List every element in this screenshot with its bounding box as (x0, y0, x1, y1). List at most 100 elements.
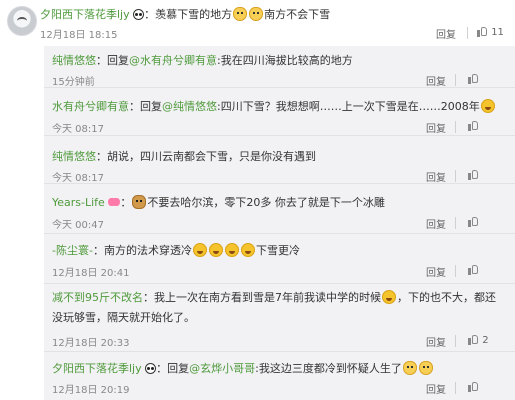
reply-item: 纯情悠悠：胡说，四川云南都会下雪，只是你没有遇到 今天 08:17 回复 (44, 136, 515, 184)
reply-button[interactable]: 回复 (426, 73, 446, 88)
divider (455, 74, 456, 86)
like-button[interactable] (468, 73, 479, 85)
reply-button[interactable]: 回复 (426, 334, 446, 349)
reply-body: ：我上一次在南方看到雪是7年前我读中学的时候 (143, 291, 381, 304)
comment-text: ：羡慕下雪的地方 (144, 8, 233, 21)
mention-link[interactable]: @玄烨小哥哥 (189, 362, 255, 375)
username-link[interactable]: 夕阳西下落花季ljy (40, 8, 130, 21)
divider (467, 27, 468, 39)
thumbs-up-icon (468, 120, 479, 131)
like-button[interactable]: 2 (468, 334, 489, 346)
like-count: 11 (491, 27, 504, 38)
reply-body: 不要去哈尔滨，零下20多 你去了就是下一个冰雕 (147, 196, 385, 209)
reply-item: Years-Life ：不要去哈尔滨，零下20多 你去了就是下一个冰雕 今天 0… (44, 184, 515, 234)
timestamp: 12月18日 20:19 (52, 385, 130, 396)
thumbs-up-icon (468, 169, 479, 180)
divider (455, 217, 456, 229)
reply-body: 下雪更冷 (255, 244, 300, 257)
reply-body: :四川下雪？我想想啊……上一次下雪是在……2008年 (217, 100, 480, 113)
like-button[interactable] (468, 264, 479, 276)
reply-button[interactable]: 回复 (436, 26, 456, 41)
laugh-cry-emoji-icon (224, 243, 239, 257)
like-button[interactable] (468, 169, 479, 181)
cat-emoji-icon (233, 7, 248, 21)
laugh-cry-emoji-icon (192, 243, 207, 257)
mention-link[interactable]: @水有舟兮卿有意 (129, 54, 217, 67)
reply-body: 没玩够雪，隔天就开始化了。 (52, 311, 195, 324)
laugh-cry-emoji-icon (240, 243, 255, 257)
reply-body: :我这边三度都冷到怀疑人生了 (255, 362, 402, 375)
panda-icon (133, 9, 145, 20)
timestamp: 今天 00:47 (52, 220, 104, 231)
divider (455, 382, 456, 394)
reply-item: 纯情悠悠：回复@水有舟兮卿有意:我在四川海拔比较高的地方 15分钟前 回复 (44, 46, 515, 88)
reply-item: 夕阳西下落花季ljy ：回复@玄烨小哥哥:我这边三度都冷到怀疑人生了 12月18… (44, 352, 515, 400)
like-button[interactable] (468, 381, 479, 393)
reply-button[interactable]: 回复 (426, 381, 446, 396)
reply-prefix: ：回复 (96, 54, 129, 67)
reply-text: 减不到95斤不改名：我上一次在南方看到雪是7年前我读中学的时候 ，下的也不大，都还… (52, 288, 512, 328)
avatar-icon[interactable] (7, 6, 37, 36)
username-link[interactable]: 减不到95斤不改名 (52, 291, 143, 304)
reply-item: 水有舟兮卿有意：回复@纯情悠悠:四川下雪？我想想啊……上一次下雪是在……2008… (44, 88, 515, 136)
main-comment: 夕阳西下落花季ljy ：羡慕下雪的地方 南方不会下雪 12月18日 18:15 回… (0, 0, 515, 46)
reply-prefix: ：回复 (129, 100, 162, 113)
like-count: 2 (482, 335, 489, 346)
timestamp: 今天 08:17 (52, 124, 104, 135)
reply-prefix: ：回复 (156, 362, 190, 375)
timestamp: 12月18日 20:33 (52, 338, 130, 349)
username-link[interactable]: 水有舟兮卿有意 (52, 100, 129, 113)
thumbs-up-icon (477, 26, 488, 37)
panda-icon (145, 363, 157, 374)
like-button[interactable] (468, 216, 479, 228)
reply-text: 夕阳西下落花季ljy ：回复@玄烨小哥哥:我这边三度都冷到怀疑人生了 (52, 360, 434, 376)
laugh-cry-emoji-icon (382, 290, 396, 304)
reply-text: -陈尘寰-：南方的法术穿透冷 下雪更冷 (52, 242, 300, 258)
mention-link[interactable]: @纯情悠悠 (162, 100, 217, 113)
bow-icon (108, 197, 120, 207)
divider (455, 265, 456, 277)
cat-emoji-icon (249, 7, 264, 21)
username-link[interactable]: -陈尘寰- (52, 244, 93, 257)
username-link[interactable]: 夕阳西下落花季ljy (52, 362, 142, 375)
username-link[interactable]: 纯情悠悠 (52, 54, 96, 67)
like-button[interactable]: 11 (477, 26, 504, 38)
reply-body: ，下的也不大，都还 (397, 291, 496, 304)
reply-text: 水有舟兮卿有意：回复@纯情悠悠:四川下雪？我想想啊……上一次下雪是在……2008… (52, 98, 496, 114)
thumbs-up-icon (468, 381, 479, 392)
reply-thread: 纯情悠悠：回复@水有舟兮卿有意:我在四川海拔比较高的地方 15分钟前 回复 水有… (44, 46, 515, 400)
divider (455, 335, 456, 347)
reply-item: -陈尘寰-：南方的法术穿透冷 下雪更冷 12月18日 20:41 回复 (44, 234, 515, 284)
divider (455, 121, 456, 133)
thumbs-up-icon (468, 264, 479, 275)
reply-text: Years-Life ：不要去哈尔滨，零下20多 你去了就是下一个冰雕 (52, 195, 385, 209)
thumbs-up-icon (468, 216, 479, 227)
like-button[interactable] (468, 120, 479, 132)
laugh-cry-emoji-icon (480, 99, 495, 113)
dog-emoji-icon (132, 195, 147, 209)
thumbs-up-icon (468, 73, 479, 84)
cat-emoji-icon (418, 361, 433, 375)
reply-button[interactable]: 回复 (426, 216, 446, 231)
reply-item: 减不到95斤不改名：我上一次在南方看到雪是7年前我读中学的时候 ，下的也不大，都还… (44, 284, 515, 352)
username-link[interactable]: 纯情悠悠 (52, 150, 96, 163)
reply-text: 纯情悠悠：胡说，四川云南都会下雪，只是你没有遇到 (52, 148, 316, 164)
timestamp: 15分钟前 (52, 77, 95, 88)
reply-button[interactable]: 回复 (426, 120, 446, 135)
reply-body: :我在四川海拔比较高的地方 (217, 54, 353, 67)
thumbs-up-icon (468, 334, 479, 345)
timestamp: 12月18日 18:15 (40, 30, 118, 41)
cat-emoji-icon (402, 361, 417, 375)
comment-text: 南方不会下雪 (264, 8, 331, 21)
divider (455, 170, 456, 182)
reply-body: ：胡说，四川云南都会下雪，只是你没有遇到 (96, 150, 316, 163)
reply-text: 纯情悠悠：回复@水有舟兮卿有意:我在四川海拔比较高的地方 (52, 52, 353, 68)
reply-button[interactable]: 回复 (426, 169, 446, 184)
main-comment-text: 夕阳西下落花季ljy ：羡慕下雪的地方 南方不会下雪 (40, 6, 330, 22)
timestamp: 今天 08:17 (52, 173, 104, 184)
laugh-cry-emoji-icon (208, 243, 223, 257)
username-link[interactable]: Years-Life (52, 196, 105, 209)
reply-button[interactable]: 回复 (426, 264, 446, 279)
timestamp: 12月18日 20:41 (52, 268, 130, 279)
reply-body: ：南方的法术穿透冷 (92, 244, 192, 257)
